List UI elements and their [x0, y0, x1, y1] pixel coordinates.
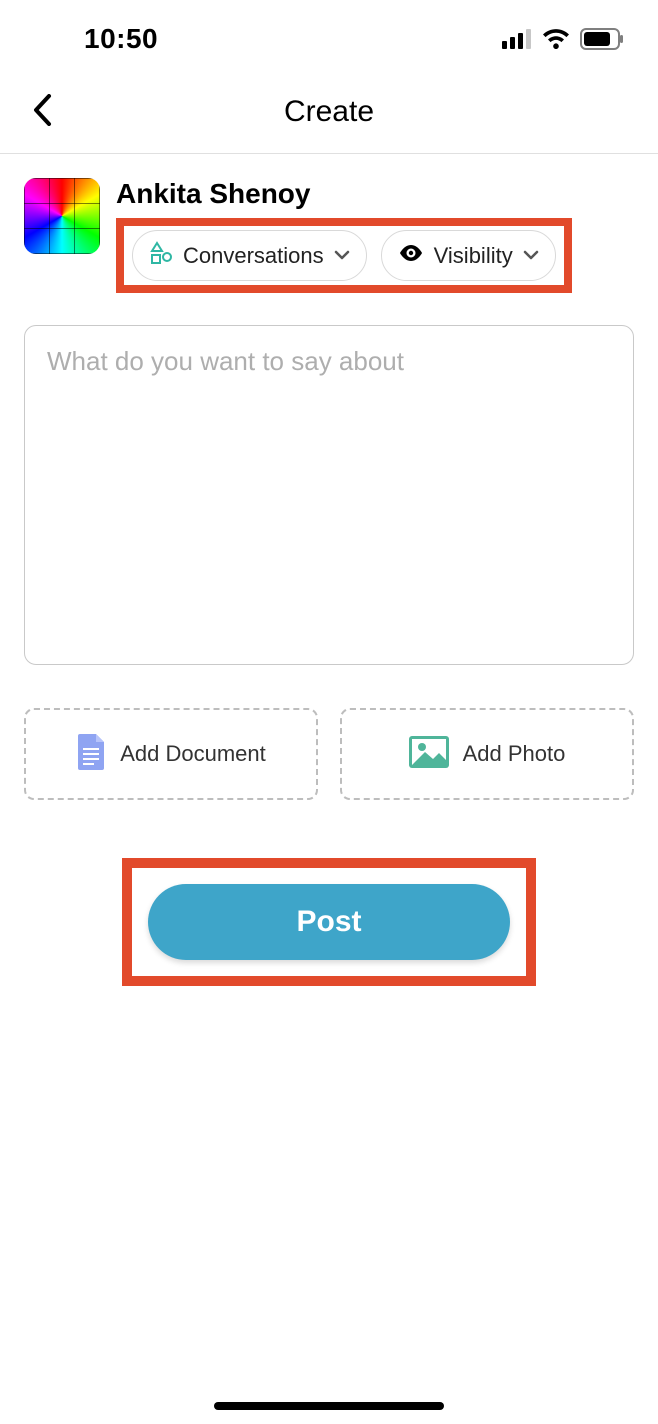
home-indicator [214, 1402, 444, 1410]
shapes-icon [149, 241, 173, 270]
chevron-down-icon [523, 247, 539, 265]
author-name: Ankita Shenoy [116, 178, 572, 210]
status-icons [502, 28, 624, 50]
add-document-button[interactable]: Add Document [24, 708, 318, 800]
conversations-label: Conversations [183, 243, 324, 269]
back-button[interactable] [20, 90, 64, 134]
cellular-icon [502, 29, 532, 49]
status-time: 10:50 [34, 23, 158, 55]
avatar [24, 178, 100, 254]
document-icon [76, 734, 106, 775]
compose-textarea[interactable] [24, 325, 634, 665]
add-document-label: Add Document [120, 741, 266, 767]
add-photo-label: Add Photo [463, 741, 566, 767]
selector-highlight: Conversations Visibility [116, 218, 572, 293]
page-title: Create [284, 95, 374, 129]
chevron-left-icon [32, 94, 52, 129]
wifi-icon [542, 29, 570, 49]
battery-icon [580, 28, 624, 50]
add-photo-button[interactable]: Add Photo [340, 708, 634, 800]
post-highlight: Post [122, 858, 536, 986]
nav-header: Create [0, 70, 658, 154]
attachment-row: Add Document Add Photo [24, 708, 634, 800]
eye-icon [398, 244, 424, 267]
photo-icon [409, 736, 449, 773]
conversations-selector[interactable]: Conversations [132, 230, 367, 281]
status-bar: 10:50 [0, 0, 658, 70]
visibility-selector[interactable]: Visibility [381, 230, 556, 281]
chevron-down-icon [334, 247, 350, 265]
visibility-label: Visibility [434, 243, 513, 269]
author-row: Ankita Shenoy Conversations Visibility [0, 154, 658, 301]
post-button[interactable]: Post [148, 884, 510, 960]
